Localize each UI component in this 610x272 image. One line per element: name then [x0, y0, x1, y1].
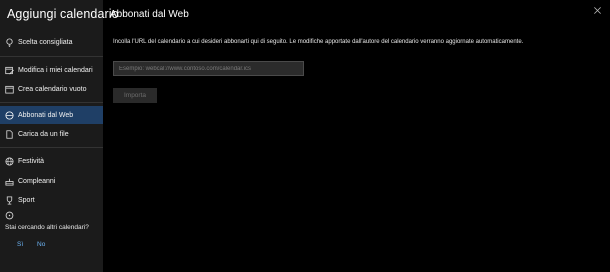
nav-item-suggested[interactable]: Scelta consigliata [0, 33, 103, 51]
divider [0, 147, 103, 148]
nav-item-upload-file[interactable]: Carica da un file [0, 125, 103, 143]
nav-item-label: Scelta consigliata [18, 38, 73, 46]
help-question: Stai cercando altri calendari? [5, 224, 89, 231]
nav-item-label: Sport [18, 196, 35, 204]
cake-icon [5, 177, 14, 186]
chat-help-icon [5, 211, 14, 220]
close-icon[interactable] [593, 6, 602, 15]
import-button[interactable]: Importa [113, 88, 157, 103]
nav-item-subscribe-web[interactable]: Abbonati dal Web [0, 106, 103, 124]
new-calendar-icon [5, 85, 14, 94]
nav-item-new-calendar[interactable]: Crea calendario vuoto [0, 80, 103, 98]
edit-calendar-icon [5, 66, 14, 75]
divider [0, 102, 103, 103]
globe-icon [5, 110, 14, 120]
nav-item-label: Festività [18, 157, 45, 165]
help-no-link[interactable]: No [37, 241, 45, 248]
nav-item-label: Modifica i miei calendari [18, 66, 93, 74]
trophy-icon [5, 195, 14, 205]
page-title: Abbonati dal Web [110, 9, 189, 20]
divider [0, 56, 103, 57]
lightbulb-icon [5, 37, 14, 47]
globe-icon [5, 156, 14, 166]
nav-item-label: Crea calendario vuoto [18, 85, 87, 93]
help-yes-link[interactable]: Sì [17, 241, 23, 248]
nav-item-sports[interactable]: Sport [0, 191, 103, 209]
file-icon [5, 129, 14, 139]
calendar-url-input[interactable] [113, 61, 304, 76]
nav-item-edit-calendars[interactable]: Modifica i miei calendari [0, 61, 103, 79]
nav-item-holidays[interactable]: Festività [0, 152, 103, 170]
sidebar: Aggiungi calendario Scelta consigliata M… [0, 0, 119, 272]
nav-item-label: Compleanni [18, 177, 56, 185]
instructions-text: Incolla l'URL del calendario a cui desid… [113, 39, 524, 45]
nav-item-label: Carica da un file [18, 130, 69, 138]
nav-item-label: Abbonati dal Web [18, 111, 74, 119]
nav-item-birthdays[interactable]: Compleanni [0, 172, 103, 190]
sidebar-title: Aggiungi calendario [7, 7, 119, 21]
